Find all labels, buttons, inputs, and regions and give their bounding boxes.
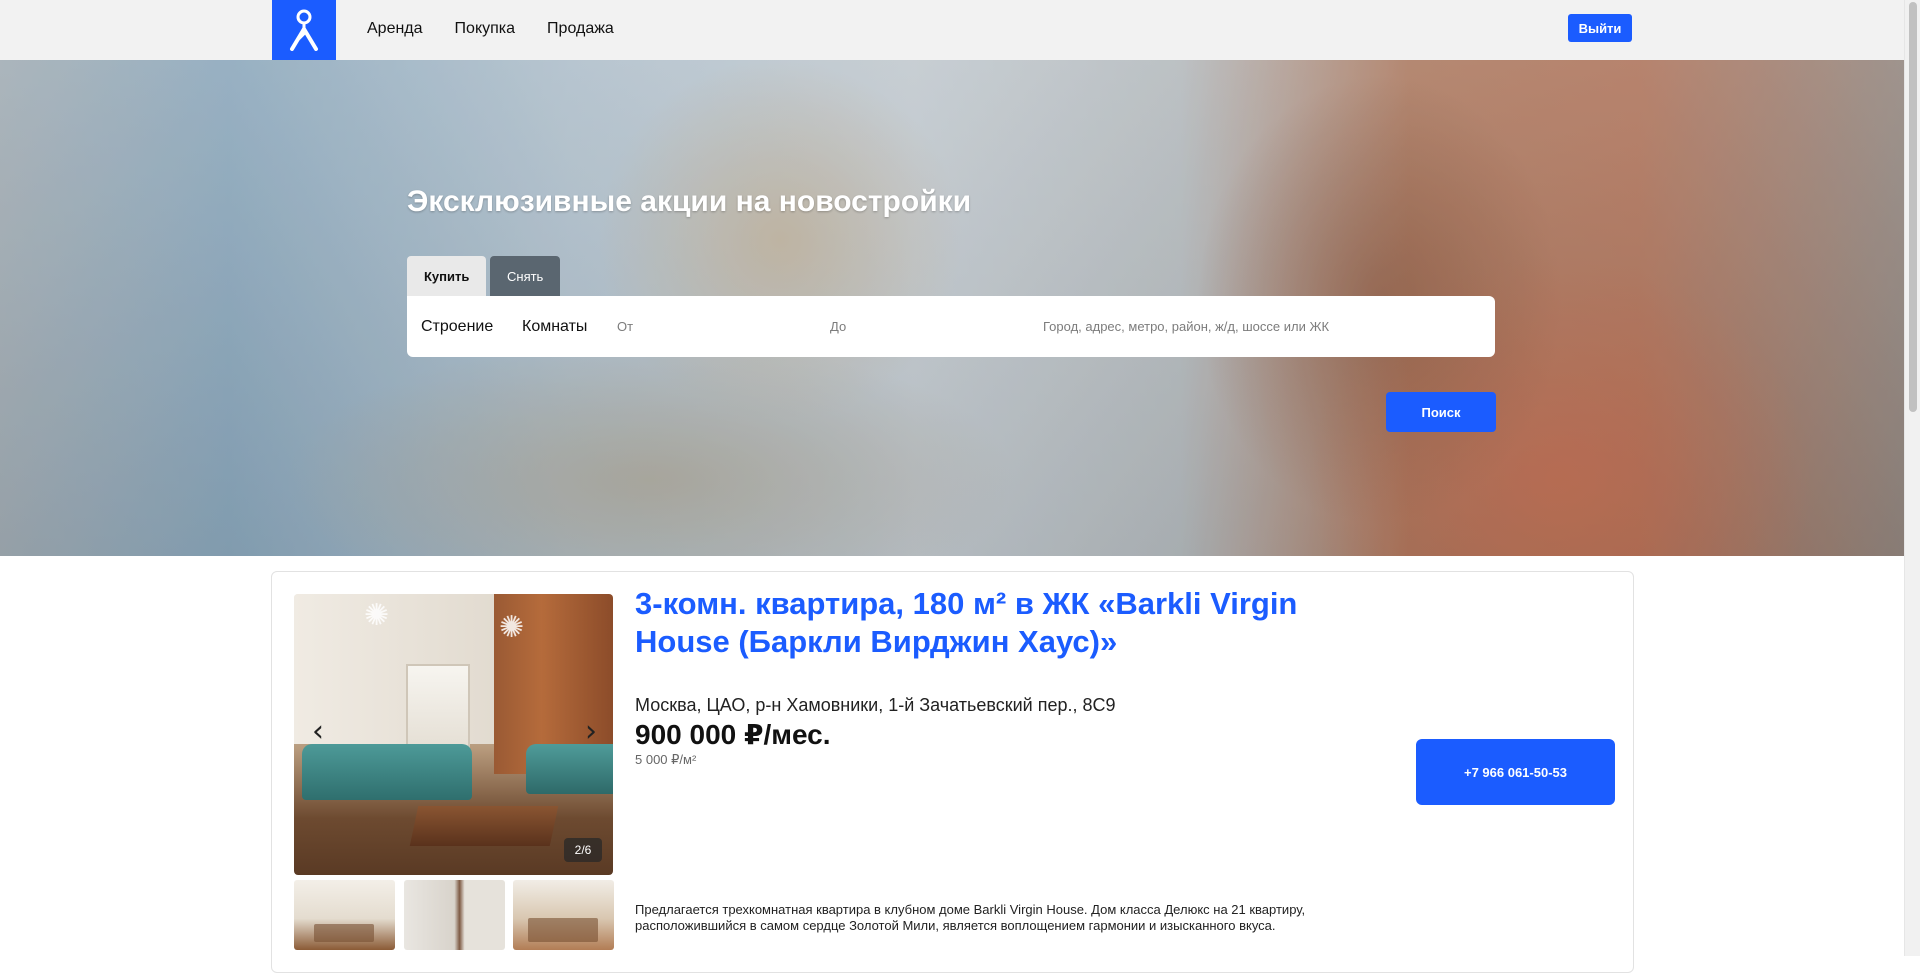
thumbnail-furniture [314,924,374,942]
logo[interactable] [272,0,336,60]
building-filter-label: Строение [421,317,494,335]
tab-buy[interactable]: Купить [407,256,487,296]
top-navbar: Аренда Покупка Продажа Выйти [0,0,1904,61]
page-scrollbar[interactable] [1904,0,1920,956]
listing-photo-gallery[interactable]: ✺ ✺ ‹ › 2/6 [294,594,613,875]
search-button[interactable]: Поиск [1386,392,1496,432]
listing-description: Предлагается трехкомнатная квартира в кл… [635,902,1306,933]
gallery-counter: 2/6 [564,838,602,862]
listing-address: Москва, ЦАО, р-н Хамовники, 1-й Зачатьев… [635,695,1116,715]
gallery-thumbnail[interactable] [294,880,395,950]
photo-sofa [302,744,472,800]
thumbnail-bed [528,918,598,942]
photo-sofa [526,744,613,794]
gallery-thumbnail[interactable] [404,880,505,950]
nav-link-buy[interactable]: Покупка [455,20,516,38]
nav-link-sell[interactable]: Продажа [547,20,614,38]
rooms-filter[interactable]: Комнаты [522,296,587,357]
tab-rent[interactable]: Снять [490,256,561,296]
gallery-prev-chevron-icon[interactable]: ‹ [304,714,332,750]
building-filter[interactable]: Строение [421,296,493,357]
main-nav: Аренда Покупка Продажа [367,0,614,58]
phone-button[interactable]: +7 966 061-50-53 [1416,739,1615,805]
price-from-input[interactable] [615,310,819,343]
hero-title: Эксклюзивные акции на новостройки [407,185,972,218]
listing-title-link[interactable]: 3-комн. квартира, 180 м² в ЖК «Barkli Vi… [635,585,1355,661]
gallery-thumbnail[interactable] [513,880,614,950]
gallery-next-chevron-icon[interactable]: › [577,714,605,750]
photo-table [409,806,559,846]
nav-link-rent[interactable]: Аренда [367,20,423,38]
hero-banner: Эксклюзивные акции на новостройки Купить… [0,60,1904,556]
chandelier-icon: ✺ [499,611,525,644]
map-pin-person-logo-icon [290,9,318,51]
chandelier-icon: ✺ [364,599,390,632]
price-to-input[interactable] [828,310,1032,343]
logout-button[interactable]: Выйти [1568,14,1632,42]
search-filter-panel: Строение Комнаты [407,296,1495,357]
scrollbar-thumb[interactable] [1909,2,1917,412]
listing-price-per-m2: 5 000 ₽/м² [635,752,697,767]
rooms-filter-label: Комнаты [522,317,588,335]
listing-price: 900 000 ₽/мес. [635,719,831,750]
location-search-input[interactable] [1041,310,1485,343]
